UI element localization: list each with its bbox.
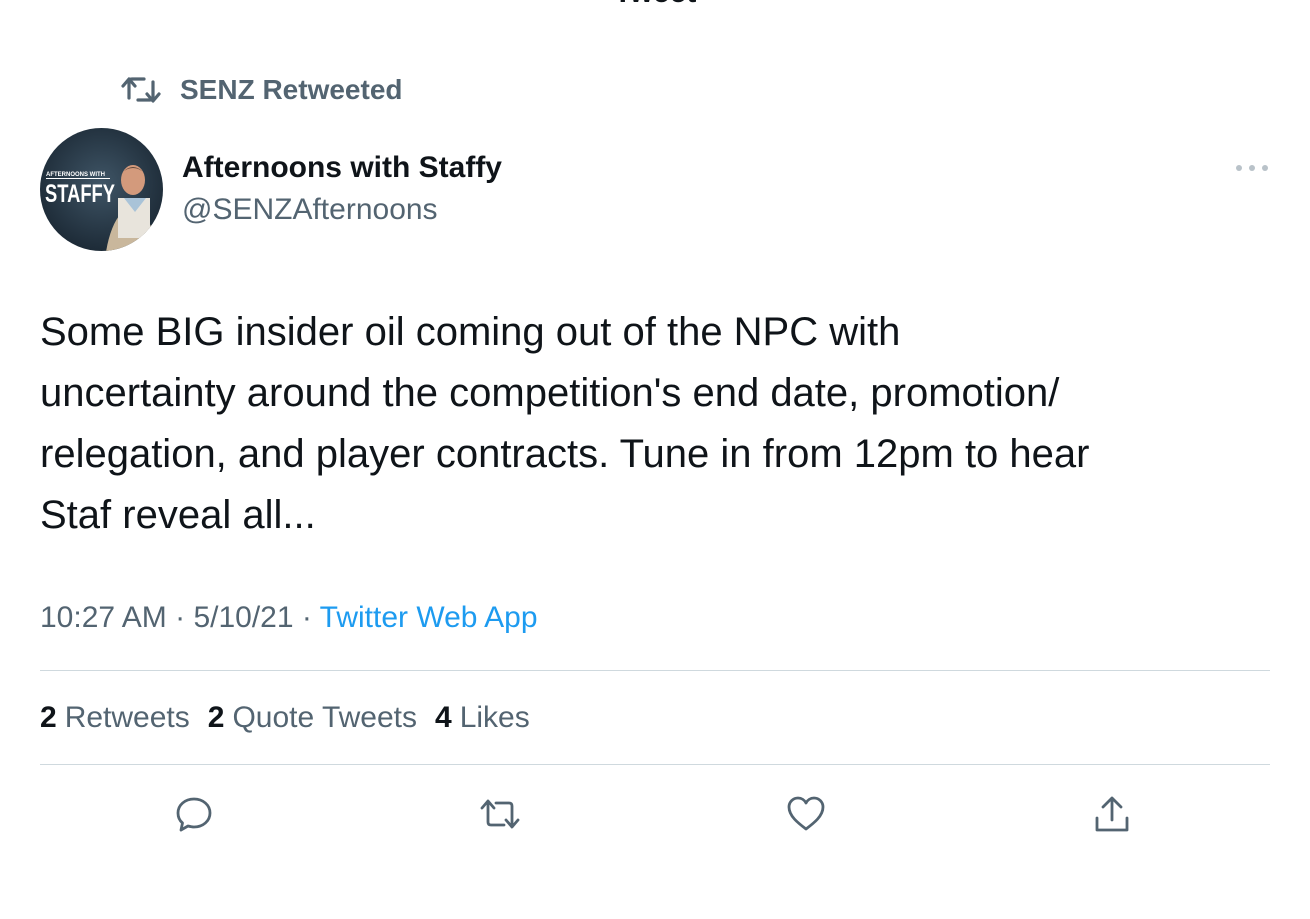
tweet-text: Some BIG insider oil coming out of the N…	[40, 310, 1090, 537]
more-options-icon[interactable]	[1236, 158, 1268, 178]
meta-separator: ·	[166, 601, 194, 634]
tweet-meta: 10:27 AM · 5/10/21 · Twitter Web App	[40, 598, 538, 638]
quote-tweets-stat[interactable]: 2 Quote Tweets	[208, 698, 417, 738]
retweet-context-label: SENZ Retweeted	[180, 74, 403, 105]
share-button[interactable]	[1088, 790, 1136, 838]
heart-icon	[787, 796, 825, 831]
meta-separator: ·	[293, 601, 320, 634]
quotes-label: Quote Tweets	[232, 701, 417, 734]
tweet-date[interactable]: 5/10/21	[193, 601, 293, 634]
retweets-label: Retweets	[64, 701, 190, 734]
action-bar	[0, 790, 1310, 840]
likes-label: Likes	[459, 701, 530, 734]
reply-button[interactable]	[170, 790, 218, 838]
retweet-button[interactable]	[476, 790, 524, 838]
avatar[interactable]: AFTERNOONS WITH STAFFY	[40, 128, 163, 251]
retweet-context[interactable]: SENZ Retweeted	[120, 72, 403, 108]
author-handle[interactable]: @SENZAfternoons	[182, 192, 438, 228]
likes-count: 4	[435, 701, 452, 734]
divider	[40, 764, 1270, 765]
retweets-count: 2	[40, 701, 57, 734]
retweet-icon	[480, 799, 520, 829]
author-name[interactable]: Afternoons with Staffy	[182, 150, 502, 186]
tweet-time: 10:27 AM	[40, 601, 167, 634]
avatar-text-big: STAFFY	[45, 180, 115, 208]
reply-icon	[176, 797, 212, 832]
tweet-source-link[interactable]: Twitter Web App	[320, 601, 538, 634]
divider	[40, 670, 1270, 671]
page-title: Tweet	[0, 0, 1310, 8]
top-header: ‹ Tweet	[0, 0, 1310, 10]
tweet-stats: 2 Retweets 2 Quote Tweets 4 Likes	[40, 698, 548, 738]
like-button[interactable]	[782, 790, 830, 838]
avatar-text-small: AFTERNOONS WITH	[46, 172, 105, 178]
share-icon	[1095, 796, 1129, 832]
quotes-count: 2	[207, 701, 225, 734]
retweet-icon	[120, 74, 162, 106]
retweets-stat[interactable]: 2 Retweets	[40, 698, 190, 738]
likes-stat[interactable]: 4 Likes	[435, 698, 530, 738]
